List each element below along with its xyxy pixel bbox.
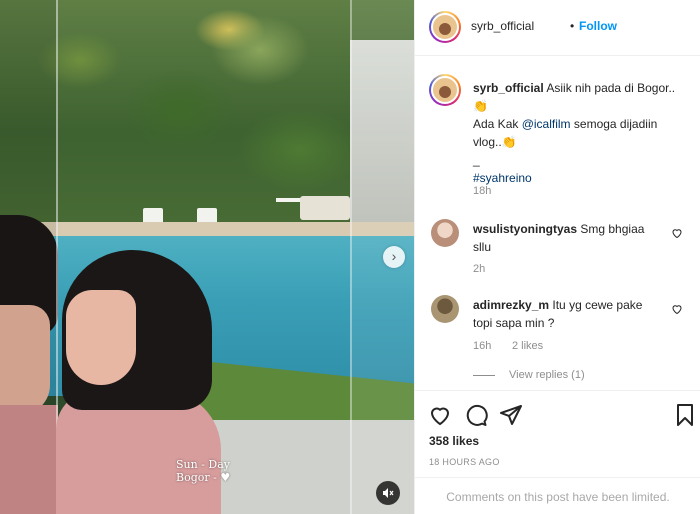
bookmark-icon[interactable] (673, 403, 697, 427)
hashtag-link[interactable]: #syahreino (473, 171, 532, 185)
commenter-avatar[interactable] (431, 295, 459, 323)
clap-emoji: 👏 (501, 135, 517, 149)
likes-count[interactable]: 358 likes (429, 434, 479, 448)
mention-link[interactable]: @icalfilm (522, 117, 571, 131)
comment-item: wsulistyoningtyas Smg bhgiaa sllu (473, 220, 663, 256)
clap-emoji: 👏 (473, 99, 488, 113)
replies-divider (473, 374, 495, 376)
comments-section[interactable]: syrb_official Asiik nih pada di Bogor.. … (415, 57, 700, 390)
comment-username[interactable]: adimrezky_m (473, 298, 549, 312)
commenter-avatar[interactable] (431, 219, 459, 247)
frame-slice-left (0, 0, 58, 514)
caption-avatar[interactable] (429, 74, 461, 106)
heart-icon[interactable] (671, 303, 683, 315)
caption-line1: Asiik nih pada di Bogor.. (546, 81, 676, 95)
audio-toggle-button[interactable] (376, 481, 400, 505)
caption-text: syrb_official Asiik nih pada di Bogor.. … (473, 79, 688, 187)
caption-time[interactable]: 18h (473, 185, 491, 197)
view-replies-button[interactable]: View replies (1) (473, 369, 585, 381)
story-sticker: Sun - Day Bogor - ♥ (176, 458, 230, 484)
next-media-button[interactable]: › (383, 246, 405, 268)
post-timestamp[interactable]: 18 HOURS AGO (429, 457, 500, 467)
pool-lounger (300, 196, 350, 220)
heart-icon[interactable] (428, 403, 452, 427)
sticker-line: Bogor - ♥ (176, 471, 231, 484)
paper-plane-icon[interactable] (499, 403, 523, 427)
comment-time[interactable]: 2h (473, 263, 485, 275)
caption-underscore: _ (473, 153, 480, 167)
comment-icon[interactable] (464, 403, 488, 427)
avatar[interactable] (429, 11, 461, 43)
chevron-right-icon: › (391, 248, 397, 264)
sticker-line: Sun - Day (176, 458, 231, 471)
action-bar: 358 likes 18 HOURS AGO Comments on this … (415, 390, 700, 514)
comments-limited-notice: Comments on this post have been limited. (415, 477, 700, 514)
caption-line2-prefix: Ada Kak (473, 117, 522, 131)
caption-username[interactable]: syrb_official (473, 81, 544, 95)
post-side-panel: syrb_official • Follow syrb_official Asi… (414, 0, 700, 514)
comment-likes[interactable]: 2 likes (512, 340, 543, 352)
view-replies-label: View replies (1) (509, 369, 585, 381)
comment-time[interactable]: 16h (473, 340, 491, 352)
separator-dot: • (570, 19, 575, 33)
comment-username[interactable]: wsulistyoningtyas (473, 222, 577, 236)
post-media[interactable]: Sun - Day Bogor - ♥ › (0, 0, 414, 514)
post-header: syrb_official • Follow (415, 0, 700, 56)
comment-item: adimrezky_m Itu yg cewe pake topi sapa m… (473, 296, 663, 332)
post-username[interactable]: syrb_official (471, 19, 534, 33)
heart-icon[interactable] (671, 227, 683, 239)
follow-button[interactable]: Follow (579, 19, 617, 33)
video-frame: Sun - Day Bogor - ♥ (0, 0, 414, 514)
speaker-muted-icon (383, 488, 394, 498)
